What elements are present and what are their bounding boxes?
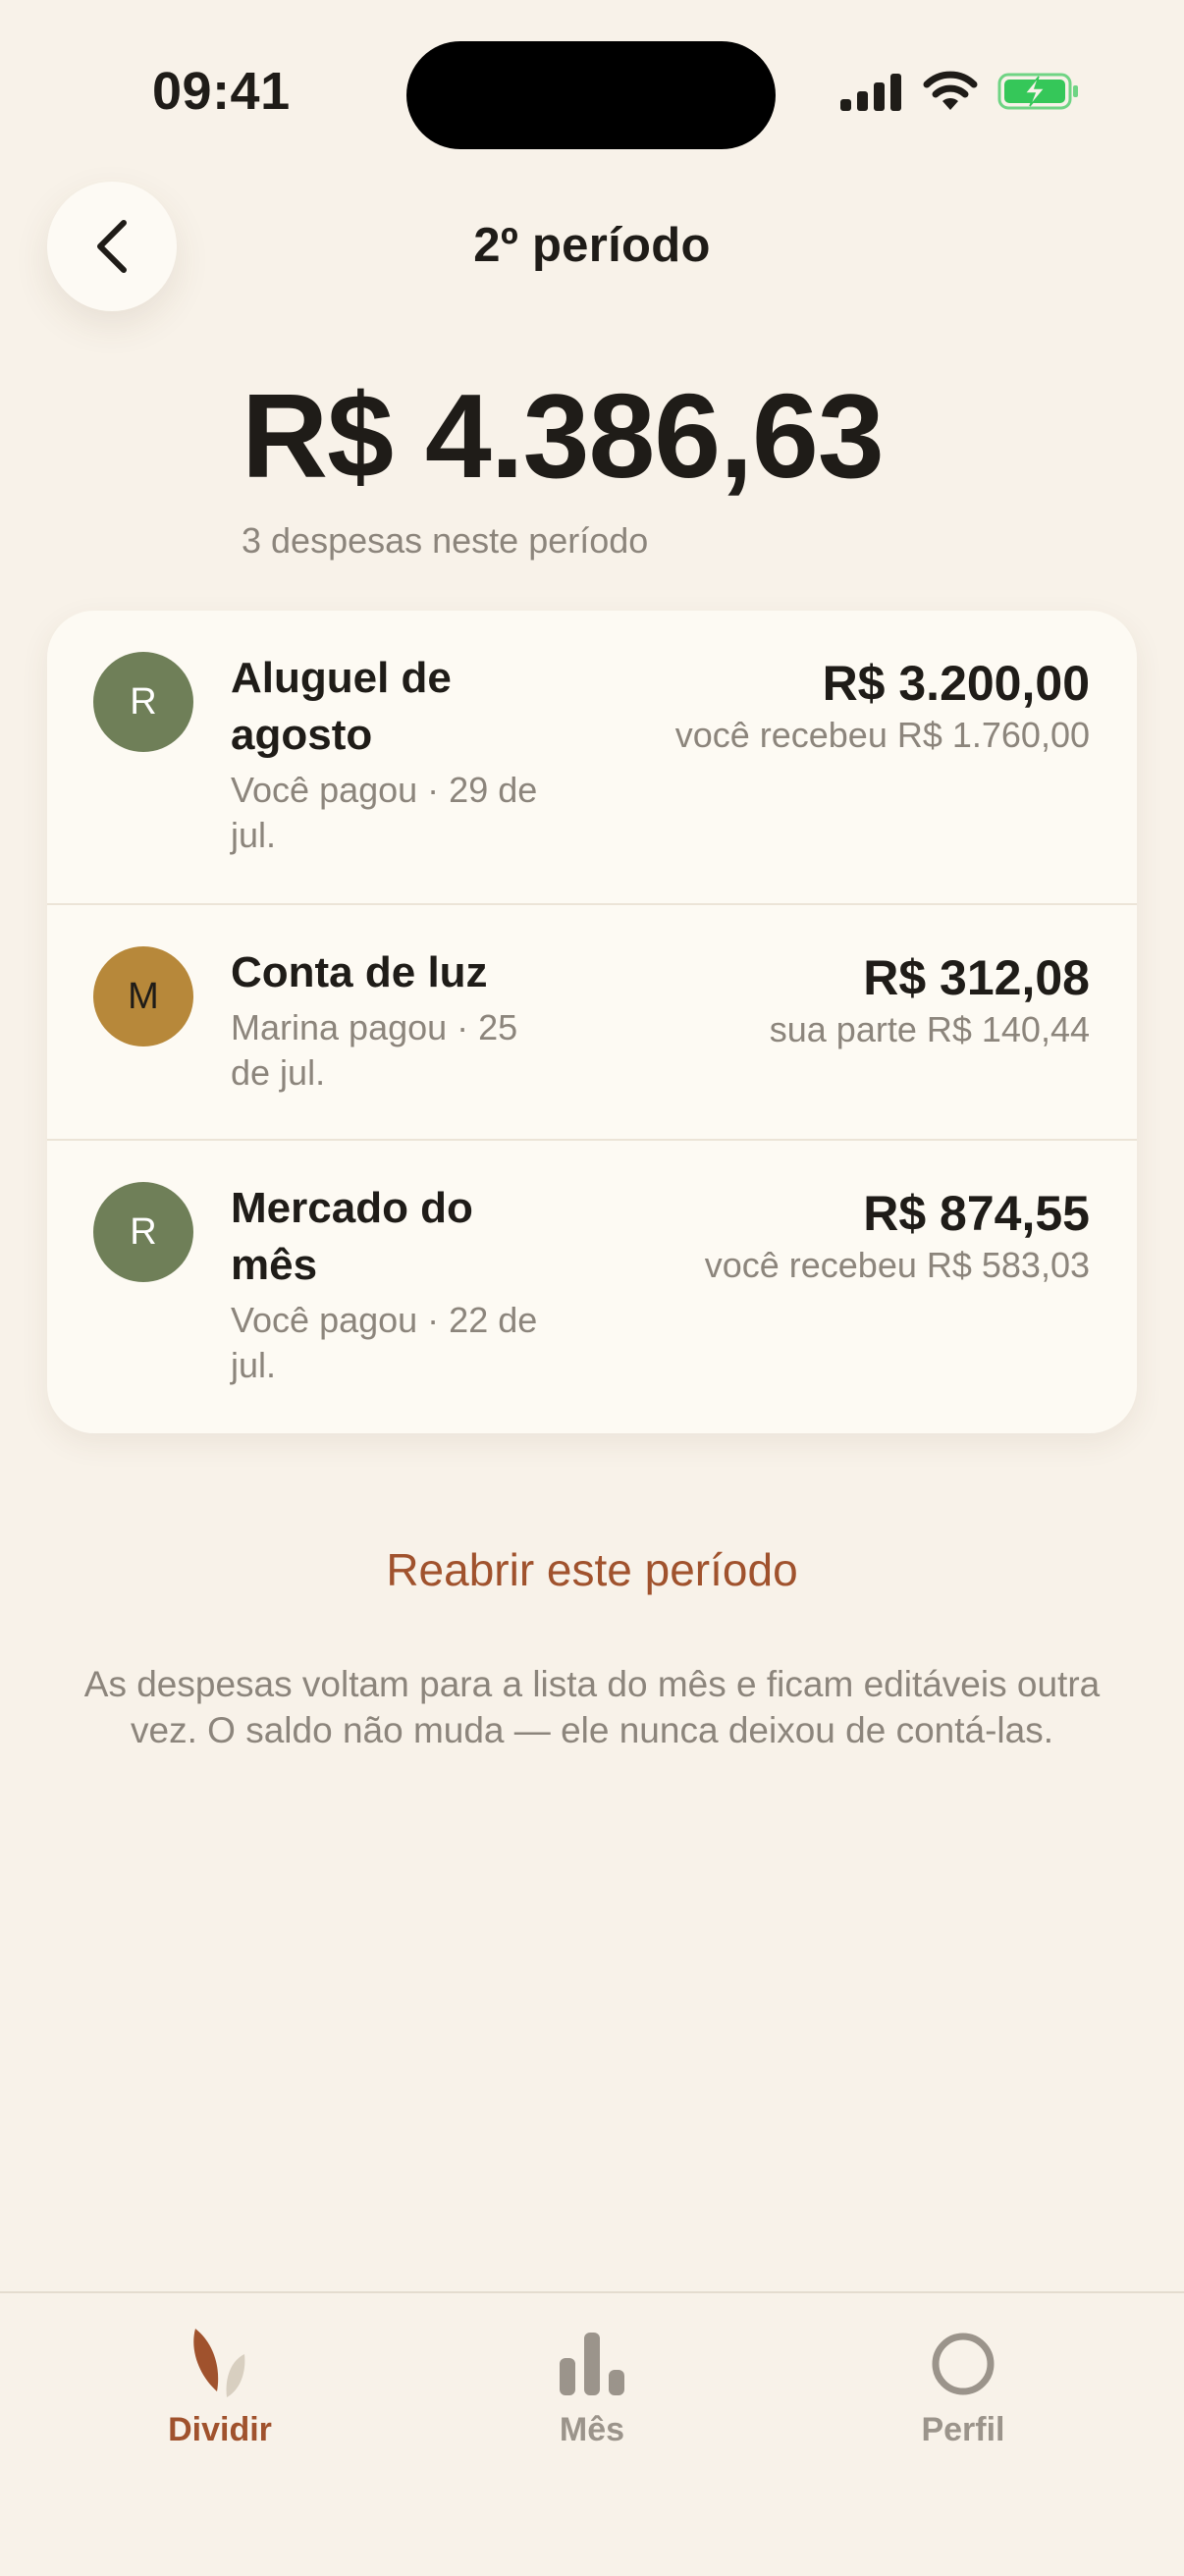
avatar: R (93, 1182, 193, 1282)
avatar: M (93, 946, 193, 1046)
expense-meta: Marina pagou · 25 de jul. (231, 1007, 518, 1093)
expense-list-card: R Aluguel de agosto Você pagou · 29 de j… (47, 611, 1137, 1433)
bar-chart-icon (445, 2325, 739, 2423)
expense-title: Conta de luz (231, 948, 488, 996)
profile-circle-icon (816, 2325, 1110, 2423)
battery-charging-icon (997, 73, 1078, 110)
dynamic-island (406, 41, 776, 149)
leaf-icon (73, 2325, 367, 2423)
status-icons (840, 71, 1080, 112)
expense-row[interactable]: M Conta de luz Marina pagou · 25 de jul.… (47, 903, 1137, 1141)
tab-bar: Dividir Mês Perfil (0, 2291, 1184, 2576)
expense-row[interactable]: R Aluguel de agosto Você pagou · 29 de j… (47, 611, 1137, 903)
expense-amount: R$ 874,55 (863, 1186, 1090, 1241)
period-subtitle: 3 despesas neste período (242, 520, 649, 561)
period-total: R$ 4.386,63 (242, 369, 885, 503)
expense-row[interactable]: R Mercado do mês Você pagou · 22 de jul.… (47, 1139, 1137, 1433)
expense-meta: Você pagou · 22 de jul. (231, 1300, 538, 1385)
expense-amount: R$ 3.200,00 (822, 656, 1090, 711)
expense-note: sua parte R$ 140,44 (769, 1009, 1090, 1049)
expense-title: Aluguel de agosto (231, 654, 452, 759)
expense-meta: Você pagou · 29 de jul. (231, 770, 538, 855)
tab-label: Dividir (168, 2411, 272, 2448)
tab-label: Perfil (921, 2411, 1005, 2448)
wifi-icon (923, 71, 978, 110)
expense-note: você recebeu R$ 1.760,00 (674, 715, 1090, 755)
reopen-period-link[interactable]: Reabrir este período (0, 1543, 1184, 1596)
tab-label: Mês (559, 2411, 625, 2448)
expense-title: Mercado do mês (231, 1184, 473, 1289)
signal-icon (840, 74, 901, 111)
expense-amount: R$ 312,08 (863, 950, 1090, 1005)
status-time: 09:41 (152, 62, 291, 121)
avatar: R (93, 652, 193, 752)
page-title: 2º período (473, 219, 711, 272)
expense-note: você recebeu R$ 583,03 (704, 1245, 1090, 1285)
reopen-description: As despesas voltam para a lista do mês e… (83, 1664, 1101, 1750)
